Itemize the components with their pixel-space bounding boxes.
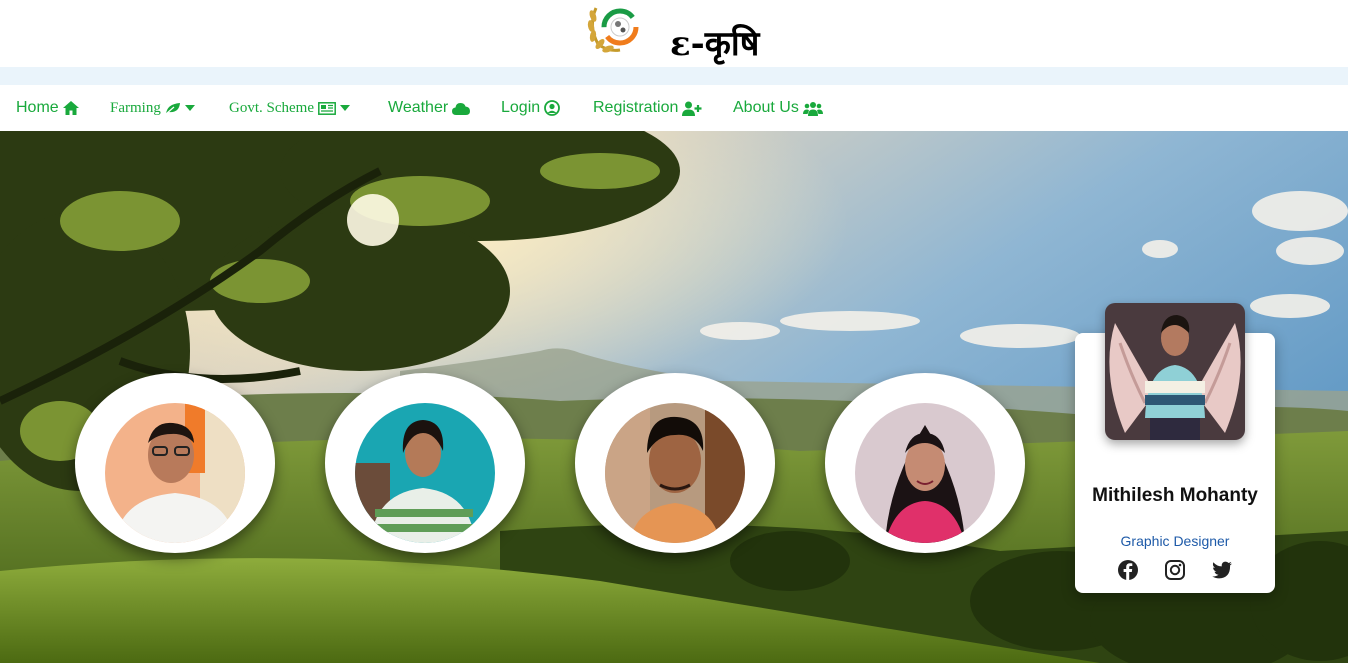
- team-hero-section: Mithilesh Mohanty Graphic Designer: [0, 131, 1348, 663]
- newspaper-icon: [318, 101, 336, 115]
- team-member-photo: [105, 403, 245, 543]
- nav-about-us[interactable]: About Us: [733, 97, 823, 119]
- site-logo[interactable]: [586, 0, 648, 56]
- nav-registration[interactable]: Registration: [593, 97, 702, 119]
- leaf-icon: [165, 102, 181, 115]
- team-member-photo: [605, 403, 745, 543]
- nav-about-label: About Us: [733, 99, 799, 116]
- featured-member-photo: [1105, 303, 1245, 440]
- nav-home-label: Home: [16, 99, 59, 116]
- site-title[interactable]: ε-कृषि: [670, 22, 759, 66]
- nav-weather-label: Weather: [388, 99, 449, 116]
- featured-member-card[interactable]: Mithilesh Mohanty Graphic Designer: [1075, 303, 1275, 593]
- nav-farming-label: Farming: [110, 99, 161, 116]
- main-nav: Home Farming Govt. Scheme Weather Login: [0, 85, 1348, 131]
- site-header: ε-कृषि: [0, 0, 1348, 67]
- featured-member-name: Mithilesh Mohanty: [1092, 485, 1258, 506]
- nav-farming[interactable]: Farming: [110, 97, 195, 119]
- twitter-icon[interactable]: [1211, 559, 1233, 581]
- chevron-down-icon: [184, 105, 195, 111]
- nav-login-label: Login: [501, 99, 541, 116]
- instagram-icon[interactable]: [1164, 559, 1186, 581]
- social-links: [1117, 559, 1233, 583]
- nav-home[interactable]: Home: [16, 97, 79, 119]
- featured-member-role: Graphic Designer: [1120, 533, 1230, 549]
- nav-govt-scheme[interactable]: Govt. Scheme: [229, 97, 350, 119]
- nav-weather[interactable]: Weather: [388, 97, 471, 119]
- nav-login[interactable]: Login: [501, 97, 561, 119]
- team-member-photo: [355, 403, 495, 543]
- users-icon: [802, 101, 823, 116]
- team-member-photo: [855, 403, 995, 543]
- nav-scheme-label: Govt. Scheme: [229, 99, 314, 116]
- team-member-4[interactable]: [825, 373, 1025, 553]
- team-member-2[interactable]: [325, 373, 525, 553]
- nav-registration-label: Registration: [593, 99, 679, 116]
- user-circle-icon: [544, 100, 561, 116]
- facebook-icon[interactable]: [1117, 559, 1139, 581]
- home-icon: [62, 101, 79, 115]
- user-plus-icon: [682, 101, 702, 116]
- header-divider-strip: [0, 67, 1348, 85]
- chevron-down-icon: [339, 105, 350, 111]
- team-member-1[interactable]: [75, 373, 275, 553]
- team-member-3[interactable]: [575, 373, 775, 553]
- cloud-icon: [452, 102, 471, 115]
